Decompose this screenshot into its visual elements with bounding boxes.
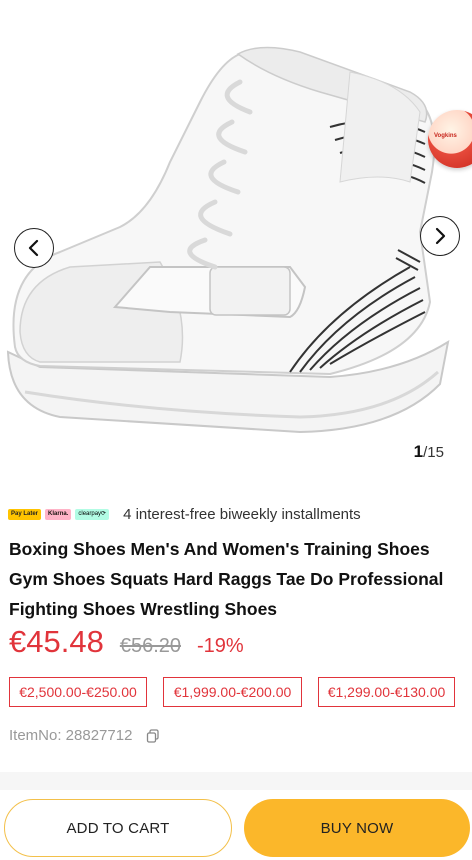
current-price: €45.48 (9, 624, 104, 659)
section-divider (0, 772, 472, 790)
image-counter-total: /15 (423, 444, 444, 461)
product-image (6, 46, 450, 434)
clearpay-logo: clearpay⟳ (75, 508, 110, 520)
price-tier-2[interactable]: €1,999.00-€200.00 (163, 677, 302, 707)
klarna-logo: Klarna. (45, 508, 72, 520)
product-title: Boxing Shoes Men's And Women's Training … (9, 539, 444, 619)
promo-badge-text: Vogkins (434, 133, 457, 139)
image-counter: 1/15 (414, 442, 444, 462)
paylater-logo: Pay Later (8, 508, 42, 520)
next-image-button[interactable] (420, 216, 460, 256)
product-image-gallery[interactable]: Vogkins 1/15 (0, 12, 472, 470)
chevron-left-icon (28, 239, 39, 257)
item-number: ItemNo: 28827712 (9, 727, 160, 744)
add-to-cart-button[interactable]: ADD TO CART (4, 799, 232, 857)
installments-row[interactable]: Pay Later Klarna. clearpay⟳ 4 interest-f… (8, 503, 361, 525)
item-number-text: ItemNo: 28827712 (9, 727, 133, 744)
price-tier-1[interactable]: €2,500.00-€250.00 (9, 677, 147, 707)
buy-now-button[interactable]: BUY NOW (244, 799, 470, 857)
discount-badge: -19% (197, 635, 244, 657)
chevron-right-icon (435, 227, 446, 245)
price-tier-3[interactable]: €1,299.00-€130.00 (318, 677, 455, 707)
prev-image-button[interactable] (14, 228, 54, 268)
image-counter-current: 1 (413, 442, 424, 461)
price-row: €45.48 €56.20 -19% (9, 624, 244, 668)
original-price: €56.20 (119, 635, 181, 657)
copy-icon[interactable] (146, 728, 160, 743)
installments-text: 4 interest-free biweekly installments (123, 505, 361, 523)
